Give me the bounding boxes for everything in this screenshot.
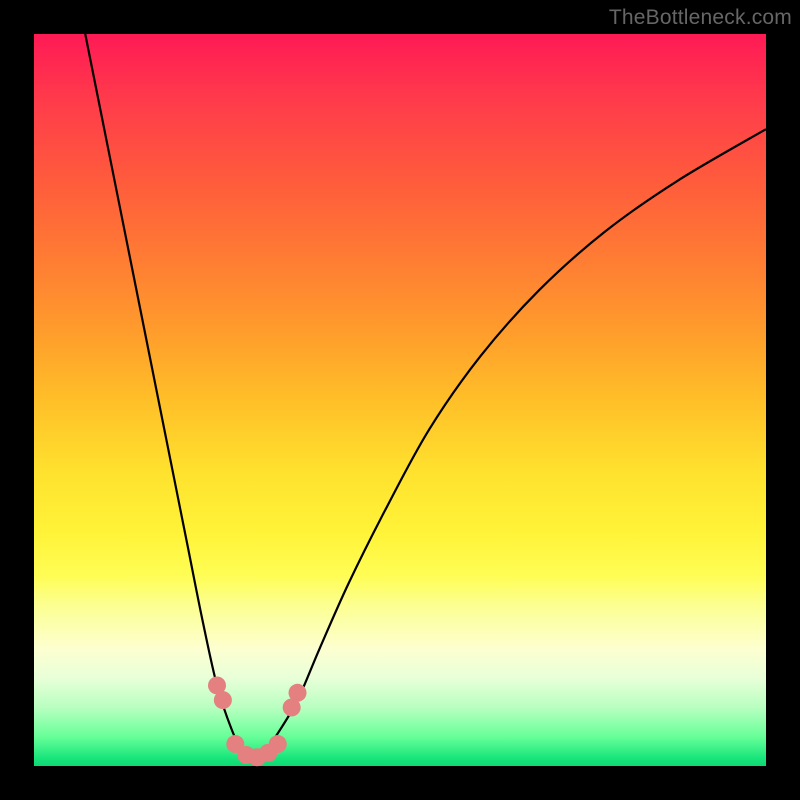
outer-frame: TheBottleneck.com — [0, 0, 800, 800]
watermark-label: TheBottleneck.com — [609, 6, 792, 30]
plot-area — [34, 34, 766, 766]
